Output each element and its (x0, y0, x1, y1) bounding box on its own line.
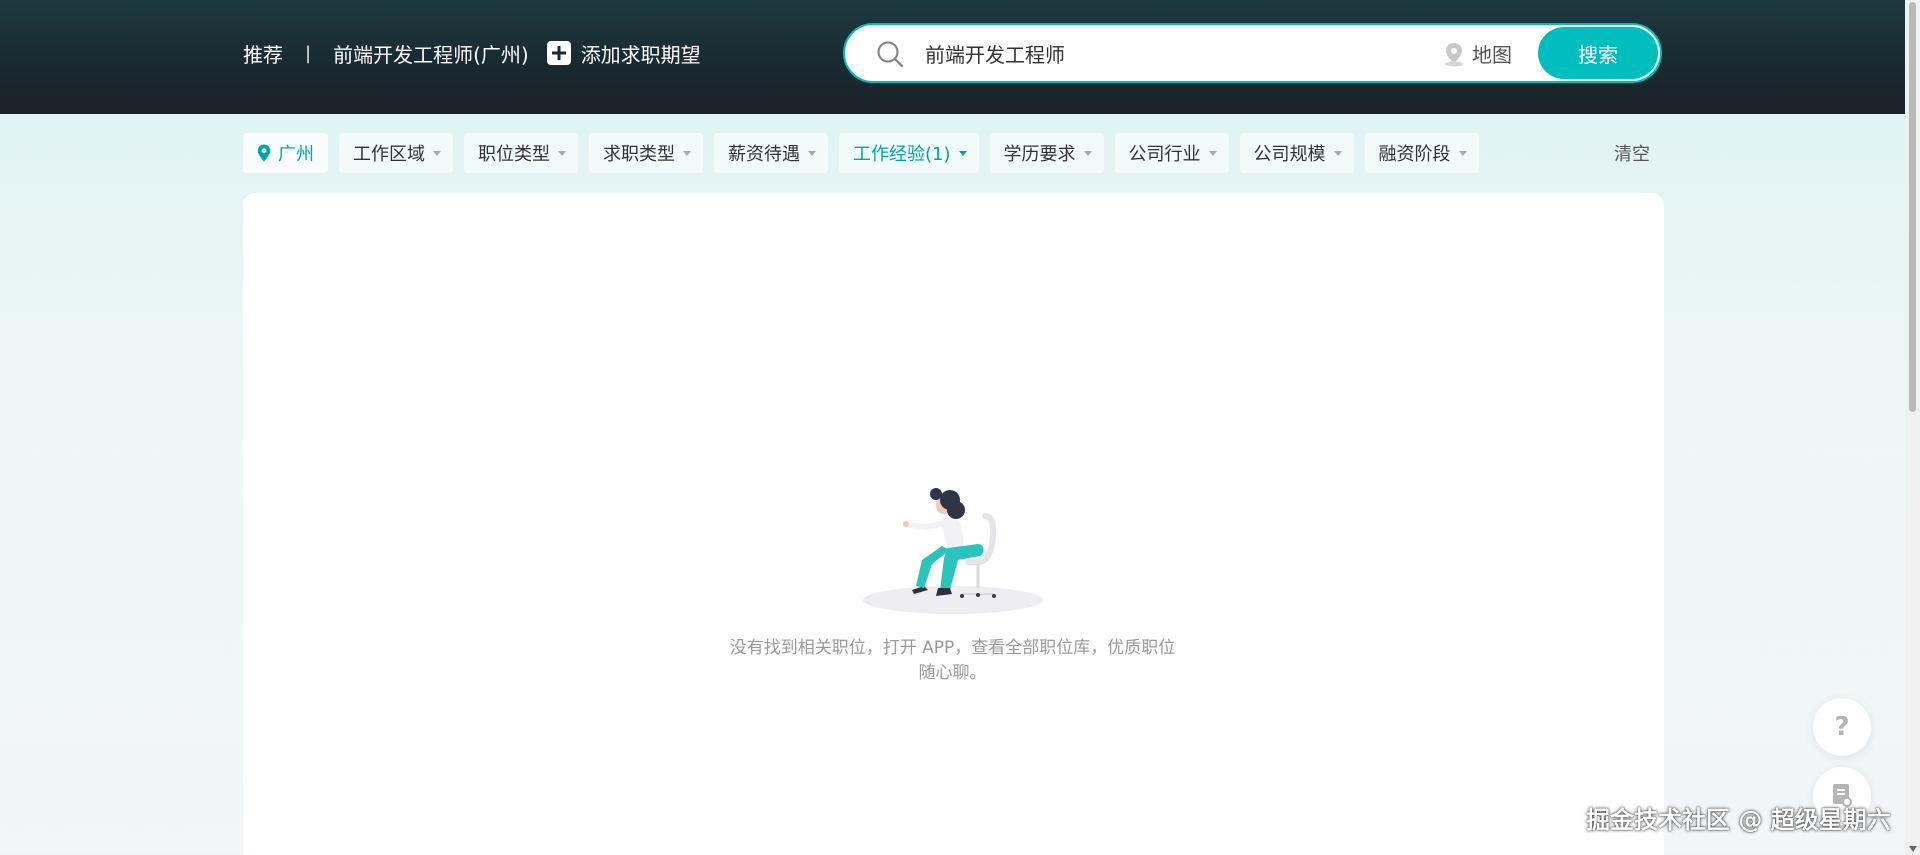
search-input[interactable] (925, 37, 1405, 69)
add-expectation-button[interactable]: 添加求职期望 (546, 39, 701, 68)
filter-salary[interactable]: 薪资待遇 (714, 133, 828, 173)
filter-label: 公司规模 (1253, 144, 1326, 165)
location-pin-icon (257, 144, 271, 162)
top-header: 推荐 | 前端开发工程师(广州) 添加求职期望 地图 搜索 (0, 0, 1905, 114)
filter-company-size[interactable]: 公司规模 (1239, 133, 1354, 173)
nav-separator: | (305, 42, 312, 64)
plus-icon (546, 41, 571, 65)
page-scrollbar[interactable] (1905, 0, 1920, 855)
caret-down-icon (558, 150, 566, 156)
filter-funding-stage[interactable]: 融资阶段 (1364, 133, 1479, 173)
caret-down-icon (808, 150, 816, 156)
filter-label: 职位类型 (478, 144, 550, 165)
search-button[interactable]: 搜索 (1538, 27, 1658, 79)
add-expectation-label: 添加求职期望 (580, 42, 701, 67)
caret-down-icon (1333, 150, 1342, 156)
filter-label: 工作经验(1) (853, 144, 951, 165)
caret-down-icon (433, 150, 441, 156)
caret-down-icon (1083, 150, 1092, 156)
empty-state-illustration (863, 488, 1043, 614)
filter-job-type[interactable]: 职位类型 (464, 133, 578, 173)
filter-label: 工作区域 (353, 144, 425, 165)
filter-industry[interactable]: 公司行业 (1114, 133, 1229, 173)
scroll-down-arrow-icon[interactable] (1909, 846, 1917, 852)
nav-recommend[interactable]: 推荐 (243, 39, 283, 68)
header-nav: 推荐 | 前端开发工程师(广州) 添加求职期望 (243, 38, 701, 68)
filter-seeking-type[interactable]: 求职类型 (589, 133, 703, 173)
scrollbar-thumb[interactable] (1909, 2, 1916, 412)
map-link[interactable]: 地图 (1442, 39, 1512, 68)
watermark: 掘金技术社区 @ 超级星期六 (1586, 806, 1891, 834)
filter-label: 薪资待遇 (728, 144, 800, 165)
help-button[interactable]: ? (1813, 698, 1871, 756)
search-bar: 地图 搜索 (843, 23, 1662, 83)
filter-work-area[interactable]: 工作区域 (339, 133, 453, 173)
empty-state-message: 没有找到相关职位，打开 APP，查看全部职位库，优质职位随心聊。 (729, 638, 1176, 683)
clear-filters-button[interactable]: 清空 (1614, 140, 1650, 166)
city-filter[interactable]: 广州 (243, 133, 328, 173)
filter-education[interactable]: 学历要求 (989, 133, 1104, 173)
nav-job-expectation[interactable]: 前端开发工程师(广州) (333, 39, 529, 68)
city-label: 广州 (278, 144, 314, 165)
question-icon: ? (1834, 712, 1850, 742)
filter-bar: 广州 工作区域 职位类型 求职类型 薪资待遇 工作经验(1) 学历要求 公司行业… (243, 133, 1490, 173)
filter-label: 学历要求 (1003, 144, 1076, 165)
caret-down-icon (1208, 150, 1217, 156)
caret-down-icon (958, 150, 967, 156)
map-label: 地图 (1472, 43, 1512, 67)
filter-experience[interactable]: 工作经验(1) (839, 133, 979, 173)
caret-down-icon (1458, 150, 1467, 156)
filter-label: 融资阶段 (1378, 144, 1451, 165)
filter-label: 求职类型 (603, 144, 675, 165)
caret-down-icon (683, 150, 691, 156)
map-pin-icon (1445, 42, 1463, 66)
filter-label: 公司行业 (1128, 144, 1201, 165)
search-icon (877, 41, 904, 68)
